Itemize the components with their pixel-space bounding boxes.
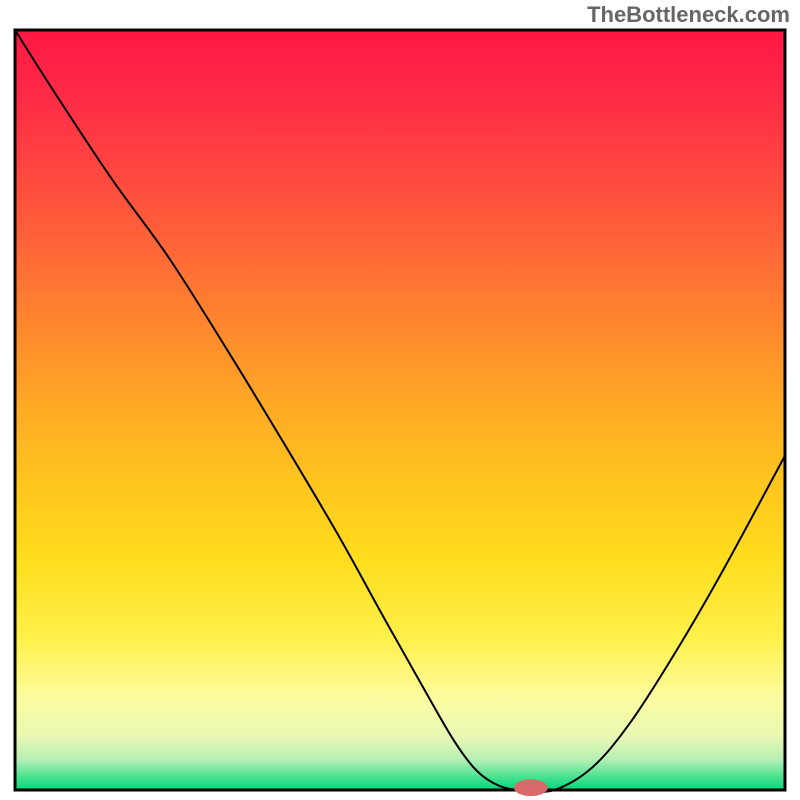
- optimal-marker: [514, 779, 548, 796]
- plot-background: [15, 30, 785, 790]
- chart-container: TheBottleneck.com: [0, 0, 800, 800]
- bottleneck-chart: [0, 0, 800, 800]
